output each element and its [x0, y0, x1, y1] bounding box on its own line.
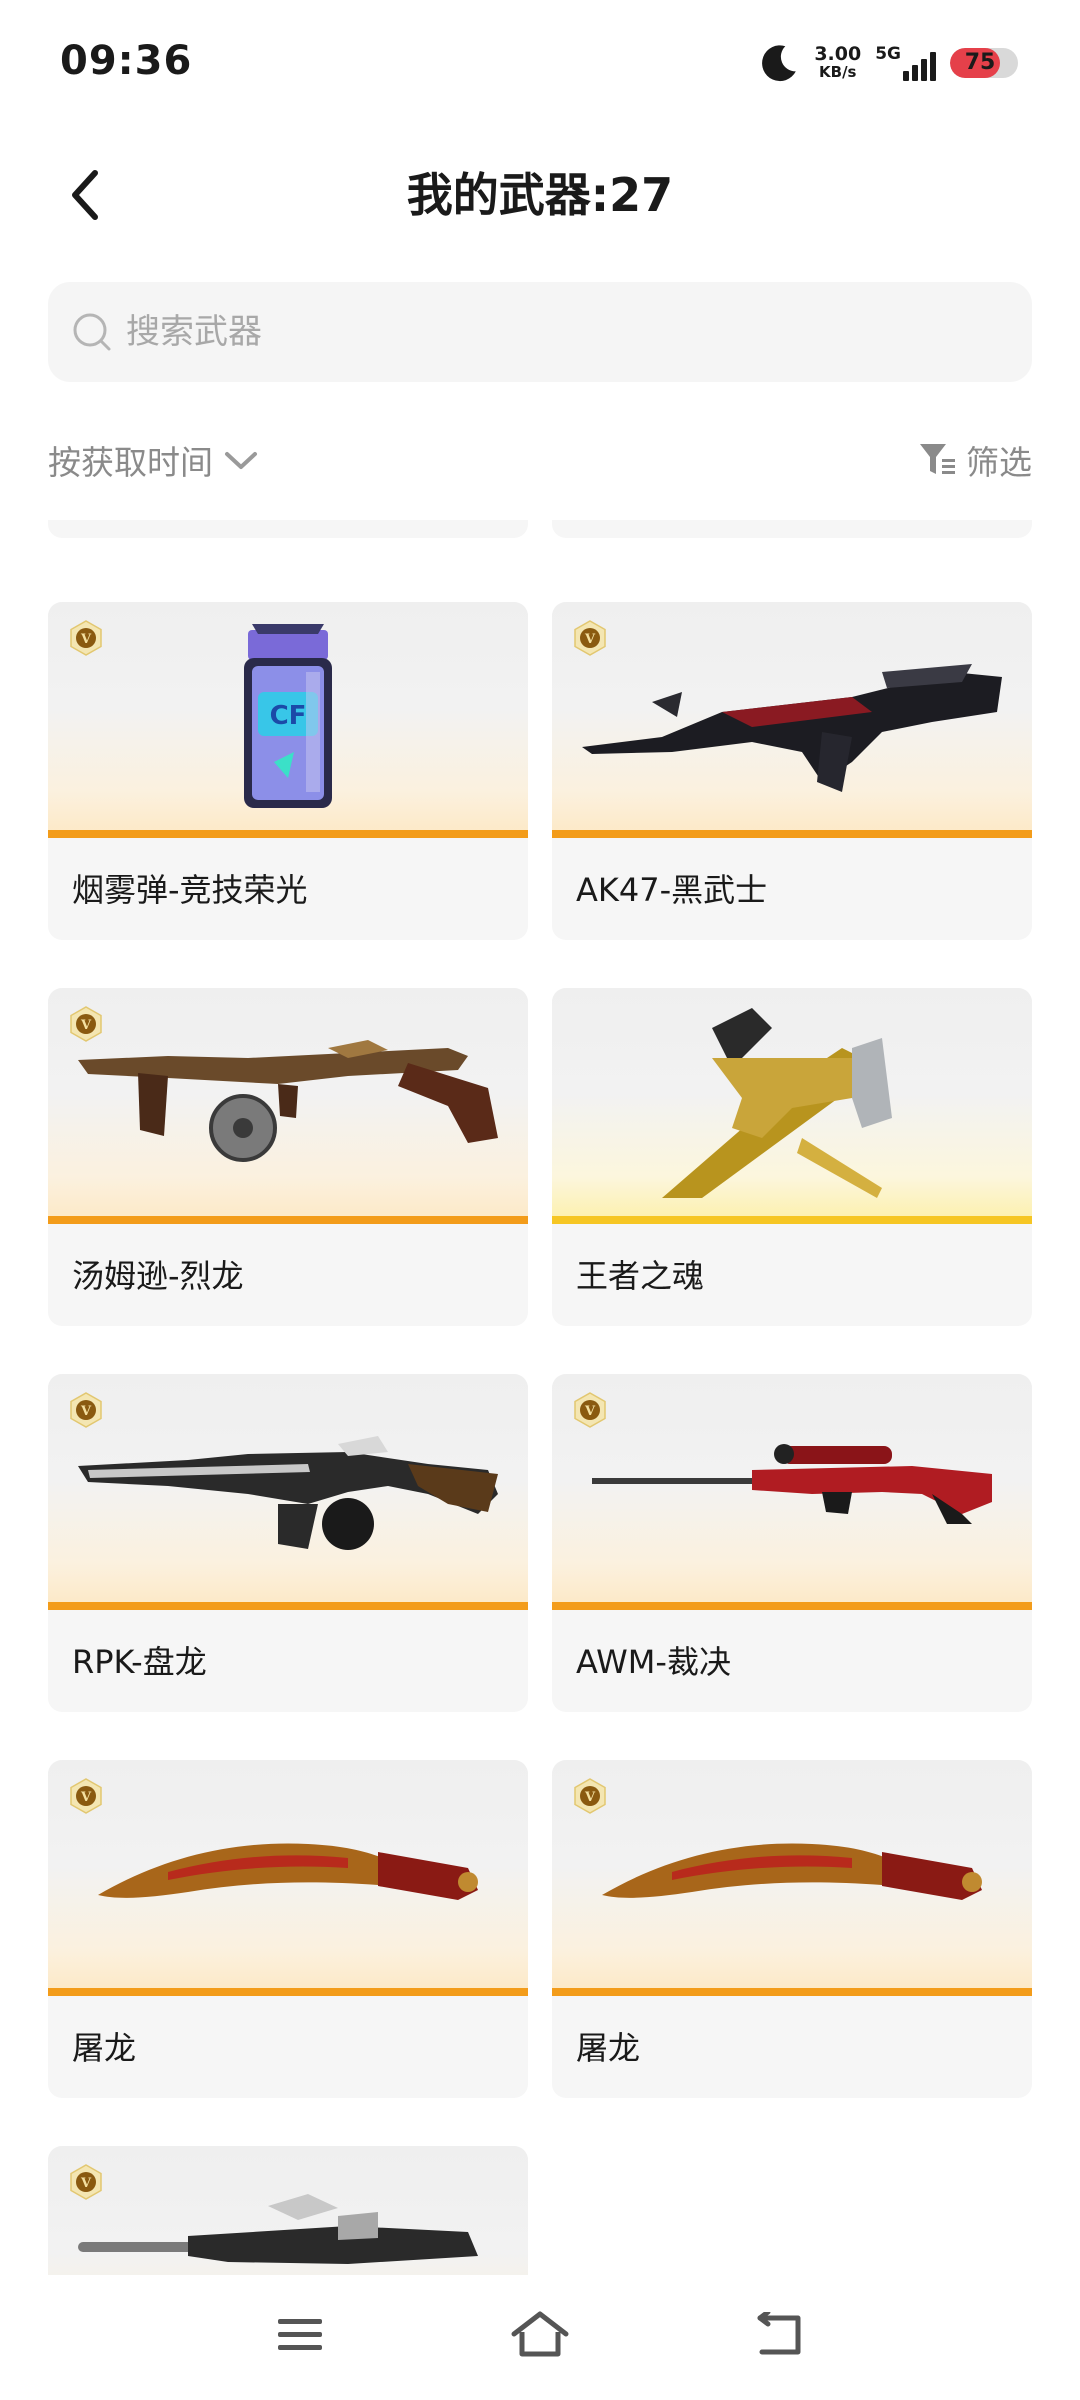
weapon-card[interactable]: V 汤姆逊-烈龙 [48, 988, 528, 1326]
weapon-name: 烟雾弹-竞技荣光 [72, 871, 308, 909]
svg-text:V: V [584, 632, 596, 647]
svg-text:V: V [80, 632, 92, 647]
weapon-card[interactable]: V 屠龙 [48, 1760, 528, 2098]
menu-button[interactable] [260, 2305, 340, 2365]
vip-badge-icon: V [70, 1392, 102, 1428]
home-button[interactable] [500, 2305, 580, 2365]
search-input[interactable] [124, 311, 1008, 353]
filter-button[interactable]: 筛选 [918, 432, 1032, 488]
weapon-card-partial[interactable] [552, 520, 1032, 538]
speed-unit: KB/s [819, 63, 857, 81]
vip-badge-icon: V [70, 620, 102, 656]
weapon-name: AWM-裁决 [576, 1643, 731, 1681]
vip-badge-icon: V [70, 1778, 102, 1814]
knife-icon [602, 1843, 982, 1900]
weapon-card[interactable]: 王者之魂 [552, 988, 1032, 1326]
back-nav-button[interactable] [740, 2305, 820, 2365]
weapon-card-partial[interactable] [48, 520, 528, 538]
weapon-art: V [552, 1374, 1032, 1610]
weapon-art: V [48, 1760, 528, 1996]
svg-text:V: V [584, 1404, 596, 1419]
weapon-name: 王者之魂 [576, 1257, 705, 1295]
network-type: 5G [875, 43, 901, 64]
weapon-card[interactable]: CF V 烟雾弹-竞技荣光 [48, 602, 528, 940]
speed-value: 3.00 [814, 43, 862, 65]
svg-text:V: V [584, 1790, 596, 1805]
network-speed: 3.00 KB/s [814, 43, 862, 82]
weapon-art: V [552, 1760, 1032, 1996]
moon-icon [762, 45, 797, 82]
battery-icon: 75 [950, 48, 1018, 78]
weapon-art [552, 988, 1032, 1224]
sniper-rifle-icon [592, 1444, 992, 1524]
svg-text:V: V [80, 2176, 92, 2191]
battery-level: 75 [964, 50, 996, 75]
smg-icon [78, 1040, 498, 1162]
weapon-art: V [552, 602, 1032, 838]
weapon-name: RPK-盘龙 [72, 1643, 207, 1681]
weapon-name: 屠龙 [72, 2029, 137, 2067]
weapon-grid[interactable]: CF V 烟雾弹-竞技荣光 V AK47-黑武士 V 汤姆逊-烈龙 王者之魂 V… [0, 520, 1080, 2275]
filter-icon [920, 444, 955, 474]
weapon-art: V [48, 988, 528, 1224]
machine-gun-icon [78, 1436, 498, 1550]
weapon-name: 汤姆逊-烈龙 [72, 1257, 244, 1295]
weapon-art: V [48, 1374, 528, 1610]
svg-text:V: V [80, 1790, 92, 1805]
weapons-page: 09:36 3.00 KB/s 5G 75 我的武器:27 搜索武器 按获取时间… [0, 0, 1080, 2400]
menu-icon [278, 2319, 322, 2350]
signal-bars-icon [903, 51, 936, 81]
chevron-down-icon [225, 452, 257, 469]
search-box[interactable] [48, 282, 1032, 382]
status-bar: 09:36 3.00 KB/s 5G 75 [0, 0, 1080, 130]
svg-text:CF: CF [270, 701, 307, 731]
rifle-icon [582, 664, 1002, 792]
pistol-dagger-icon [662, 1008, 892, 1198]
vip-badge-icon: V [574, 1392, 606, 1428]
vip-badge-icon: V [70, 2164, 102, 2200]
vip-badge-icon: V [574, 1778, 606, 1814]
weapon-art: V [48, 2146, 528, 2275]
filter-label: 筛选 [966, 443, 1032, 482]
svg-text:V: V [80, 1018, 92, 1033]
vip-badge-icon: V [70, 1006, 102, 1042]
weapon-card[interactable]: V AK47-黑武士 [552, 602, 1032, 940]
status-time: 09:36 [60, 38, 193, 84]
weapon-name: 屠龙 [576, 2029, 641, 2067]
weapon-card[interactable]: V RPK-盘龙 [48, 1374, 528, 1712]
knife-icon [98, 1843, 478, 1900]
home-icon [511, 2311, 569, 2357]
search-icon [73, 313, 111, 351]
back-arrow-icon [757, 2312, 801, 2355]
sort-dropdown[interactable]: 按获取时间 [48, 432, 259, 488]
weapon-card[interactable]: V AWM-裁决 [552, 1374, 1032, 1712]
weapon-name: AK47-黑武士 [576, 871, 768, 909]
vip-badge-icon: V [574, 620, 606, 656]
system-nav-bar [0, 2275, 1080, 2400]
signal: 5G [875, 43, 936, 81]
sort-label: 按获取时间 [48, 443, 213, 482]
weapon-card[interactable]: V [48, 2146, 528, 2275]
status-icons: 3.00 KB/s 5G 75 [758, 38, 1018, 88]
page-title: 我的武器:27 [406, 168, 674, 222]
weapon-art: CF V [48, 602, 528, 838]
svg-text:V: V [80, 1404, 92, 1419]
weapon-card[interactable]: V 屠龙 [552, 1760, 1032, 2098]
smoke-grenade-icon: CF [244, 624, 332, 808]
rifle-icon [78, 2194, 478, 2264]
